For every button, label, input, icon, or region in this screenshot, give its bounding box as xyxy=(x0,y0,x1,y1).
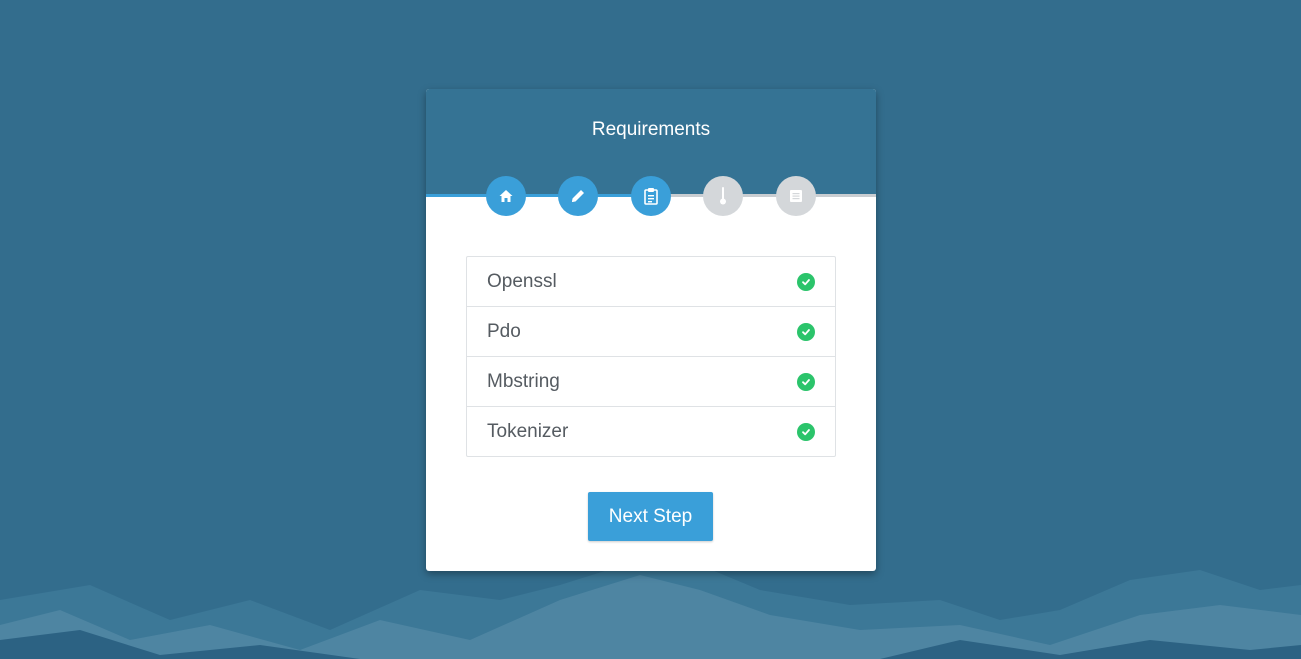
check-circle-icon xyxy=(797,373,815,391)
progress-fill xyxy=(426,194,651,197)
requirement-label: Pdo xyxy=(487,321,521,342)
check-circle-icon xyxy=(797,323,815,341)
step-environment[interactable] xyxy=(703,176,743,216)
step-requirements[interactable] xyxy=(631,176,671,216)
requirement-item: Pdo xyxy=(467,307,835,357)
step-edit[interactable] xyxy=(558,176,598,216)
clipboard-icon xyxy=(644,188,658,205)
pencil-icon xyxy=(572,190,584,202)
requirement-label: Tokenizer xyxy=(487,421,569,442)
list-icon xyxy=(790,190,802,202)
next-step-button[interactable]: Next Step xyxy=(588,492,713,541)
step-finish[interactable] xyxy=(776,176,816,216)
installer-card: Requirements Openssl Pdo Mbstring Tokeni… xyxy=(426,89,876,571)
requirement-item: Openssl xyxy=(467,257,835,307)
check-circle-icon xyxy=(797,273,815,291)
thermometer-icon xyxy=(720,187,726,205)
requirement-label: Openssl xyxy=(487,271,557,292)
requirement-item: Tokenizer xyxy=(467,407,835,456)
check-circle-icon xyxy=(797,423,815,441)
requirement-item: Mbstring xyxy=(467,357,835,407)
requirements-list: Openssl Pdo Mbstring Tokenizer xyxy=(466,256,836,457)
page-title: Requirements xyxy=(591,119,711,140)
step-home[interactable] xyxy=(486,176,526,216)
requirement-label: Mbstring xyxy=(487,371,560,392)
home-icon xyxy=(499,190,513,202)
